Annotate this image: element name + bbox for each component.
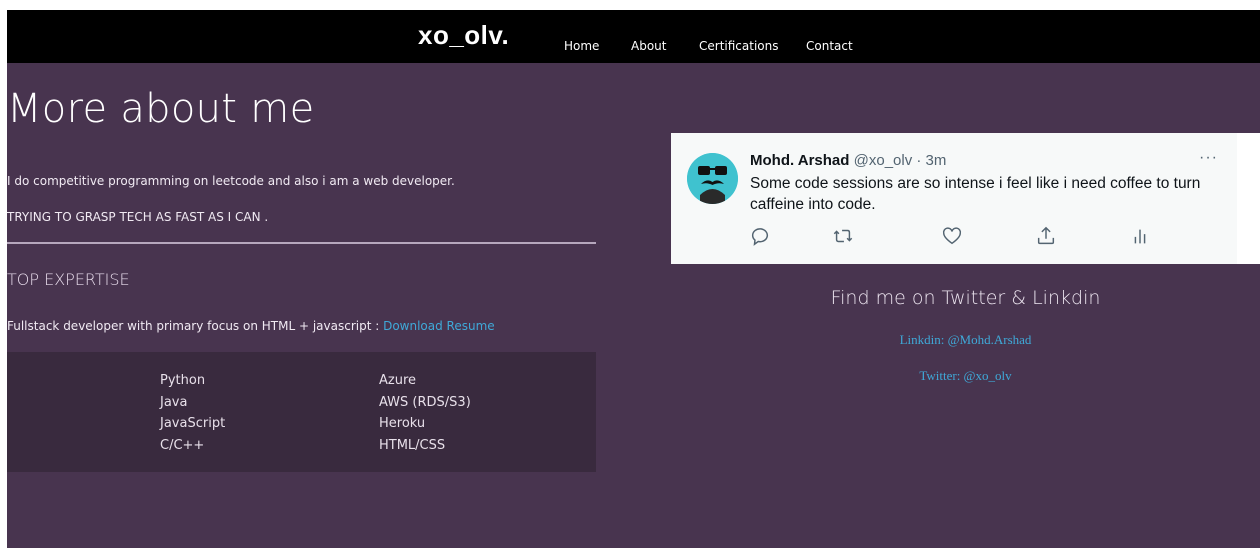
- retweet-icon[interactable]: [832, 225, 854, 247]
- nav-certifications[interactable]: Certifications: [699, 39, 778, 53]
- download-resume-link[interactable]: Download Resume: [383, 319, 495, 333]
- skill-item: Java: [160, 394, 188, 410]
- mustache-avatar-icon: [687, 153, 738, 204]
- linkedin-link[interactable]: Linkdin: @Mohd.Arshad: [671, 332, 1260, 348]
- analytics-icon[interactable]: [1129, 225, 1151, 247]
- page: xo_olv. Home About Certifications Contac…: [7, 10, 1260, 548]
- skills-left-column: Python Java JavaScript C/C++: [160, 370, 225, 456]
- social-heading: Find me on Twitter & Linkdin: [830, 287, 1101, 309]
- navbar: xo_olv. Home About Certifications Contac…: [7, 10, 1260, 63]
- tweet-author[interactable]: Mohd. Arshad @xo_olv · 3m: [750, 152, 946, 169]
- page-title: More about me: [7, 86, 315, 132]
- brand-logo[interactable]: xo_olv.: [418, 20, 509, 51]
- nav-about[interactable]: About: [631, 39, 666, 53]
- skill-item: JavaScript: [160, 416, 226, 431]
- expertise-description: Fullstack developer with primary focus o…: [7, 319, 384, 333]
- skill-item: Azure: [379, 373, 417, 388]
- skill-item: HTML/CSS: [379, 437, 446, 453]
- twitter-link[interactable]: Twitter: @xo_olv: [671, 368, 1260, 384]
- skill-item: C/C++: [160, 437, 205, 453]
- skills-right-column: Azure AWS (RDS/S3) Heroku HTML/CSS: [379, 370, 471, 456]
- tweet-card[interactable]: Mohd. Arshad @xo_olv · 3m ··· Some code …: [671, 133, 1260, 264]
- nav-contact[interactable]: Contact: [806, 39, 853, 53]
- divider: [7, 242, 596, 244]
- avatar[interactable]: [687, 153, 738, 204]
- nav-home[interactable]: Home: [564, 39, 599, 53]
- tweet-author-name[interactable]: Mohd. Arshad: [750, 152, 849, 169]
- skills-table: Python Java JavaScript C/C++ Azure AWS (…: [7, 352, 596, 472]
- about-line-1: I do competitive programming on leetcode…: [7, 174, 455, 188]
- reply-icon[interactable]: [749, 225, 771, 247]
- like-icon[interactable]: [941, 225, 963, 247]
- tweet-body: Mohd. Arshad @xo_olv · 3m ··· Some code …: [671, 133, 1237, 264]
- skill-item: Heroku: [379, 416, 426, 431]
- skill-item: Python: [160, 373, 206, 388]
- share-icon[interactable]: [1035, 225, 1057, 247]
- about-line-2: TRYING TO GRASP TECH AS FAST AS I CAN .: [7, 210, 269, 224]
- tweet-handle[interactable]: @xo_olv · 3m: [854, 152, 947, 169]
- expertise-heading: TOP EXPERTISE: [7, 270, 130, 289]
- tweet-text: Some code sessions are so intense i feel…: [750, 175, 1201, 213]
- expertise-text: Fullstack developer with primary focus o…: [7, 319, 495, 333]
- more-options-icon[interactable]: ···: [1199, 149, 1218, 167]
- skill-item: AWS (RDS/S3): [379, 394, 471, 410]
